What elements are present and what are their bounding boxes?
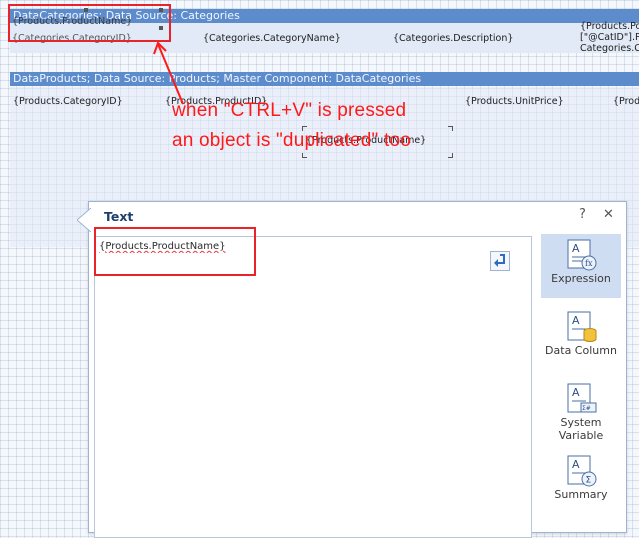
side-item-label: Summary — [554, 488, 608, 501]
side-item-summary[interactable]: A Σ Summary — [541, 454, 621, 510]
svg-text:A: A — [572, 242, 580, 255]
product-truncated-cell[interactable]: {Prod — [613, 96, 639, 108]
svg-text:fx: fx — [585, 259, 593, 268]
svg-text:A: A — [572, 458, 580, 471]
system-variable-icon: A Σ# — [567, 383, 597, 413]
highlight-box-expression — [94, 227, 256, 276]
side-panel: A fx Expression A Data Column A Σ# Syste… — [539, 234, 624, 534]
insert-arrow-icon — [494, 254, 505, 267]
help-button[interactable]: ? — [579, 207, 586, 222]
side-item-data-column[interactable]: A Data Column — [541, 308, 621, 368]
side-item-label: Data Column — [545, 344, 617, 357]
expression-editor[interactable]: {Products.ProductName} — [94, 236, 532, 538]
dialog-title: Text — [104, 209, 134, 224]
corner-mark — [448, 153, 453, 158]
annotation-arrow-icon — [153, 41, 184, 105]
text-dialog: Text ? ✕ {Products.ProductName} A fx Exp… — [77, 201, 627, 538]
category-description-cell[interactable]: {Categories.Description} — [393, 33, 573, 45]
side-item-label: System Variable — [558, 416, 604, 442]
svg-text:Σ: Σ — [586, 476, 592, 486]
expression-icon: A fx — [567, 239, 597, 271]
side-item-system-variable[interactable]: A Σ# System Variable — [541, 380, 621, 444]
svg-text:A: A — [572, 386, 580, 399]
close-button[interactable]: ✕ — [603, 207, 614, 222]
summary-icon: A Σ — [567, 455, 597, 487]
annotation-line-2: an object is "duplicated" too — [172, 130, 411, 151]
corner-mark — [448, 126, 453, 131]
side-item-expression[interactable]: A fx Expression — [541, 234, 621, 298]
corner-mark — [302, 153, 307, 158]
svg-text:Σ#: Σ# — [582, 405, 591, 412]
category-name-cell[interactable]: {Categories.CategoryName} — [203, 33, 383, 45]
product-category-id-cell[interactable]: {Products.CategoryID} — [13, 96, 153, 108]
dialog-pointer — [77, 208, 91, 232]
insert-button[interactable] — [490, 251, 510, 271]
svg-text:A: A — [572, 314, 580, 327]
annotation-line-1: when "CTRL+V" is pressed — [172, 100, 407, 121]
side-item-label: Expression — [551, 272, 611, 285]
products-po-cell-line3: Categories.C — [580, 43, 639, 54]
unit-price-cell[interactable]: {Products.UnitPrice} — [465, 96, 605, 108]
highlight-box-pasted — [8, 4, 171, 42]
data-column-icon: A — [567, 311, 597, 342]
products-band-header[interactable]: DataProducts; Data Source: Products; Mas… — [10, 72, 639, 86]
